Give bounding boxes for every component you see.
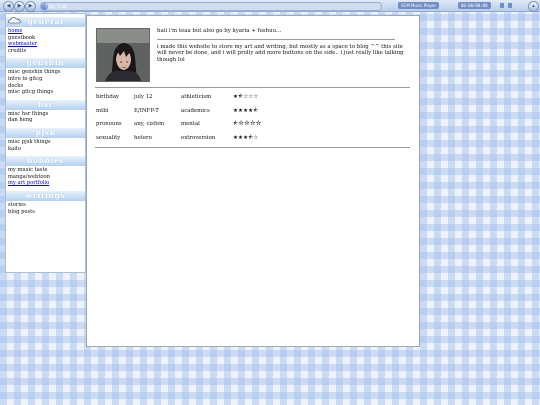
play-icon[interactable]: ▶: [14, 1, 25, 12]
section-header-genshin: genshin: [6, 58, 85, 69]
sidebar-item-intro-to-gitcg[interactable]: intro to gitcg: [8, 76, 85, 83]
stat-value: any, cisfem: [134, 121, 165, 127]
progress-track[interactable]: 7:00 / 5:38: [40, 2, 382, 11]
section-list-genshin: misc genshin things intro to gitcg decks mi…: [6, 68, 85, 99]
trait-rating: ★★★⯪☆: [233, 134, 259, 141]
divider: [95, 87, 410, 88]
section-header-writings: writings: [6, 190, 85, 201]
stat-value: E/INFP-T: [134, 107, 159, 114]
sidebar-item-home[interactable]: home: [8, 28, 85, 35]
sidebar-nav: general home guestbook webmaster credits gens…: [5, 13, 86, 273]
track-time: 7:00 / 5:38: [45, 4, 67, 9]
volume-icon[interactable]: [500, 3, 504, 8]
avatar: [96, 28, 150, 82]
sidebar-item-misc-hsr-things[interactable]: misc hsr things: [8, 111, 85, 118]
sidebar-item-manga-webtoon[interactable]: manga/webtoon: [8, 174, 85, 181]
sidebar-item-misc-genshin-things[interactable]: misc genshin things: [8, 69, 85, 76]
section-header-pjsk: pjsk: [6, 127, 85, 138]
sidebar-item-kaito[interactable]: kaito: [8, 146, 85, 153]
stat-row: pronouns any, cisfem mental ⯪☆☆☆☆: [96, 121, 406, 135]
section-header-hsr: hsr: [6, 99, 85, 110]
section-list-pjsk: misc pjsk things kaito: [6, 138, 85, 156]
stat-row: birthday july 12 athleticism ★⯪☆☆☆: [96, 94, 406, 108]
intro-divider: [157, 38, 395, 40]
stat-label: mtbi: [96, 107, 109, 114]
stat-label: pronouns: [96, 121, 122, 127]
trait-rating: ★★★★⯪: [233, 107, 259, 114]
stat-label: birthday: [96, 94, 120, 100]
trait-label: athleticism: [181, 94, 212, 100]
sidebar-item-misc-pjsk-things[interactable]: misc pjsk things: [8, 139, 85, 146]
trait-label: extroversion: [181, 134, 216, 141]
section-list-general: home guestbook webmaster credits: [6, 27, 85, 58]
intro-block: haii i'm teaa but also go by kyaria + fu…: [157, 28, 409, 63]
trait-rating: ⯪☆☆☆☆: [233, 121, 262, 127]
player-time: 00:00/00:00: [458, 2, 491, 9]
divider: [95, 147, 410, 148]
section-header-hobbies: hobbies: [6, 156, 85, 167]
sidebar-item-blog-posts[interactable]: blog posts: [8, 209, 85, 216]
trait-rating: ★⯪☆☆☆: [233, 94, 259, 100]
sidebar-sections: general home guestbook webmaster credits gens…: [6, 17, 85, 219]
stat-value: hetero: [134, 134, 152, 141]
stat-row: sexuality hetero extroversion ★★★⯪☆: [96, 135, 406, 149]
playlist-icon[interactable]: [508, 3, 512, 8]
music-player-bar: ◀ ▶ ▶ 7:00 / 5:38 SCM Music Player 00:00…: [0, 0, 540, 12]
section-list-hobbies: my music taste manga/webtoon my art portfo…: [6, 166, 85, 191]
section-list-writings: stories blog posts: [6, 201, 85, 219]
trait-label: mental: [181, 121, 200, 127]
sidebar-item-credits[interactable]: credits: [8, 48, 85, 55]
sidebar-item-guestbook[interactable]: guestbook: [8, 35, 85, 42]
stat-value: july 12: [134, 94, 153, 100]
cloud-icon: [8, 17, 21, 24]
stats-table: birthday july 12 athleticism ★⯪☆☆☆ mtbi E/INF…: [96, 94, 406, 148]
main-panel: haii i'm teaa but also go by kyaria + fu…: [86, 15, 420, 347]
sidebar-item-webmaster[interactable]: webmaster: [8, 41, 85, 48]
next-icon[interactable]: ▶: [25, 1, 36, 12]
section-list-hsr: misc hsr things dan heng: [6, 110, 85, 128]
sidebar-item-my-music-taste[interactable]: my music taste: [8, 167, 85, 174]
sidebar-item-stories[interactable]: stories: [8, 202, 85, 209]
prev-icon[interactable]: ◀: [3, 1, 14, 12]
sidebar-item-misc-gitcg-things[interactable]: misc gitcg things: [8, 89, 85, 96]
sidebar-item-my-art-portfolio[interactable]: my art portfolio: [8, 180, 85, 187]
intro-greeting: haii i'm teaa but also go by kyaria + fu…: [157, 28, 282, 34]
sidebar-item-dan-heng[interactable]: dan heng: [8, 117, 85, 124]
intro-body: i made this website to store my art and …: [157, 43, 404, 63]
stat-row: mtbi E/INFP-T academics ★★★★⯪: [96, 108, 406, 122]
sidebar-item-decks[interactable]: decks: [8, 83, 85, 90]
trait-label: academics: [181, 107, 210, 114]
minimize-icon[interactable]: ▴: [528, 1, 539, 12]
player-name: SCM Music Player: [398, 2, 440, 9]
stat-label: sexuality: [96, 134, 121, 141]
